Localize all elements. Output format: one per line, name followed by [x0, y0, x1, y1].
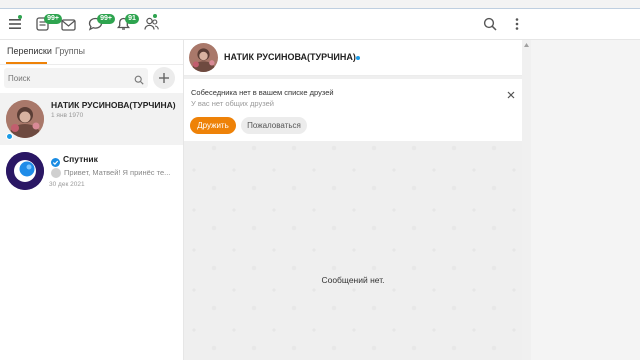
search-icon[interactable] — [483, 17, 497, 31]
avatar[interactable] — [189, 43, 218, 72]
tab-conversations[interactable]: Переписки — [7, 46, 52, 56]
avatar — [6, 152, 44, 190]
chats-badge: 99+ — [97, 14, 115, 24]
tabs-divider — [0, 64, 183, 65]
friends-icon[interactable] — [144, 17, 159, 31]
notes-badge: 99+ — [44, 14, 62, 24]
mail-icon[interactable] — [61, 18, 76, 31]
report-button[interactable]: Пожаловаться — [241, 117, 307, 134]
avatar — [6, 100, 44, 138]
notice-subtitle: У вас нет общих друзей — [191, 99, 274, 108]
menu-icon[interactable] — [8, 17, 22, 31]
chat-header-name[interactable]: НАТИК РУСИНОВА(ТУРЧИНА) — [224, 52, 356, 62]
chat-name: Спутник — [63, 154, 98, 164]
scrollbar[interactable] — [522, 40, 531, 360]
menu-new-dot — [18, 15, 22, 19]
online-indicator — [356, 56, 360, 60]
chat-name: НАТИК РУСИНОВА(ТУРЧИНА) — [51, 100, 176, 110]
right-empty-area — [531, 40, 640, 360]
notice-title: Собеседника нет в вашем списке друзей — [191, 88, 334, 97]
close-icon[interactable] — [507, 86, 515, 99]
empty-messages-text: Сообщений нет. — [321, 275, 385, 285]
chat-date: 1 янв 1970 — [51, 112, 84, 119]
chat-date: 30 дек 2021 — [49, 181, 85, 188]
search-input[interactable] — [8, 71, 126, 85]
new-chat-button[interactable] — [153, 67, 175, 89]
chat-preview: Привет, Матвей! Я принёс те... — [64, 168, 171, 177]
friends-new-dot — [153, 14, 157, 18]
online-indicator — [6, 133, 13, 140]
plus-icon — [159, 73, 169, 83]
more-vertical-icon[interactable] — [514, 17, 520, 31]
tab-groups[interactable]: Группы — [55, 46, 85, 56]
search-field-icon[interactable] — [134, 72, 144, 85]
add-friend-button[interactable]: Дружить — [190, 117, 236, 134]
scroll-up-icon[interactable] — [522, 41, 531, 49]
verified-icon — [51, 154, 60, 167]
window-top-border — [0, 0, 640, 9]
notifications-badge: 91 — [125, 14, 139, 24]
sender-avatar — [51, 168, 61, 178]
